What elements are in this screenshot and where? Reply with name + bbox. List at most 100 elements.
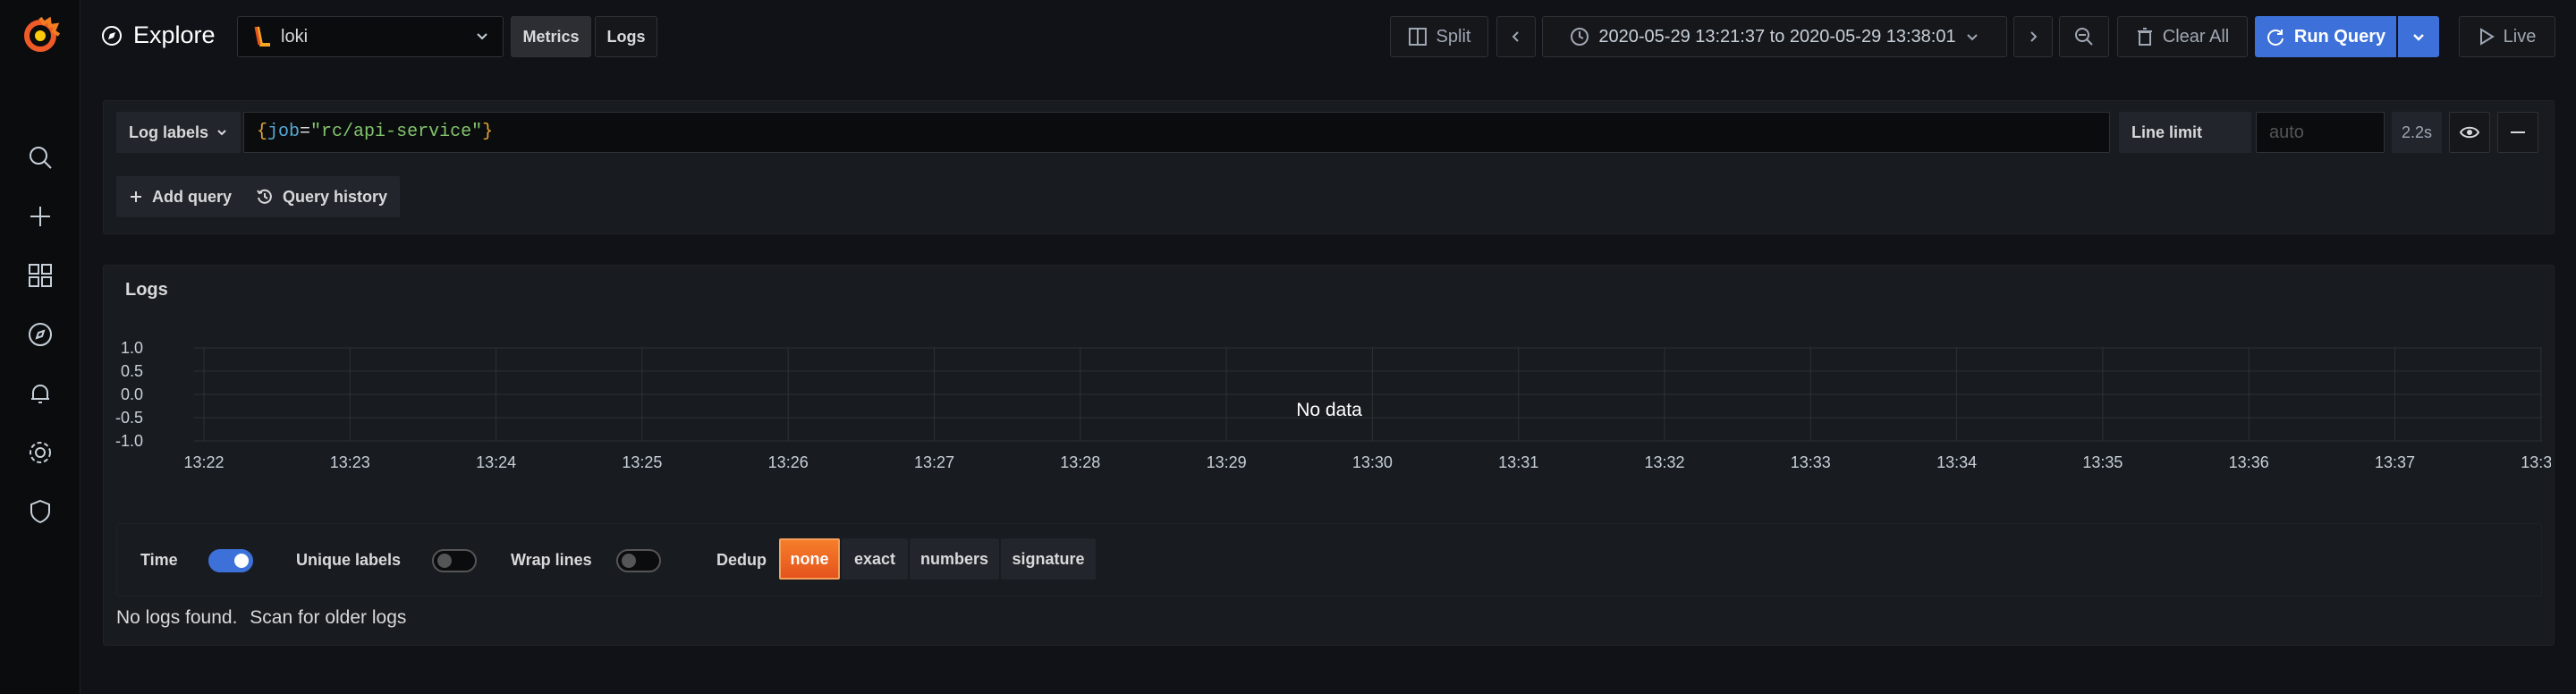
shield-icon[interactable]: [24, 495, 56, 528]
x-tick-label: 13:26: [768, 453, 809, 471]
query-duration: 2.2s: [2392, 112, 2442, 153]
minus-icon: [2511, 131, 2525, 133]
query-operator: =: [300, 122, 311, 142]
chevron-down-icon: [2413, 34, 2424, 41]
x-tick-label: 13:33: [1791, 453, 1831, 471]
x-tick-label: 13:25: [622, 453, 662, 471]
logs-options-bar: Time Unique labels Wrap lines Dedup none…: [116, 523, 2542, 597]
clock-icon: [1571, 28, 1589, 46]
x-tick-label: 13:30: [1352, 453, 1393, 471]
page-title: Explore: [101, 21, 216, 49]
clear-all-button[interactable]: Clear All: [2117, 16, 2248, 57]
add-query-button[interactable]: Add query: [116, 176, 245, 217]
zoom-out-icon: [2075, 28, 2093, 46]
line-limit-label: Line limit: [2119, 112, 2251, 153]
logs-panel: Logs 1.0 0.5 0.0 -0.5 -1.0 13:22 13:23 13:24 13:…: [103, 265, 2555, 646]
unique-labels-toggle-label: Unique labels: [296, 551, 402, 569]
time-toggle[interactable]: [208, 549, 253, 572]
run-query-options-button[interactable]: [2398, 16, 2439, 57]
y-tick-label: -0.5: [115, 409, 143, 427]
log-labels-button[interactable]: Log labels: [116, 112, 242, 153]
time-range-picker[interactable]: 2020-05-29 13:21:37 to 2020-05-29 13:38:…: [1542, 16, 2007, 57]
compass-icon[interactable]: [24, 318, 56, 351]
y-tick-label: 1.0: [121, 339, 143, 357]
compass-icon: [102, 25, 122, 46]
split-label: Split: [1436, 26, 1471, 47]
refresh-icon: [2267, 30, 2284, 46]
x-tick-label: 13:29: [1207, 453, 1247, 471]
main-area: Explore loki Metrics Logs Split 2020-05-…: [81, 0, 2576, 694]
logs-volume-graph: 1.0 0.5 0.0 -0.5 -1.0 13:22 13:23 13:24 13:25 13:…: [115, 339, 2551, 471]
toggle-knob: [437, 554, 452, 568]
page-title-text: Explore: [133, 21, 216, 48]
split-button[interactable]: Split: [1390, 16, 1488, 57]
grafana-logo-icon[interactable]: [20, 14, 61, 55]
x-tick-label: 13:23: [330, 453, 370, 471]
query-input[interactable]: {job="rc/api-service"}: [243, 112, 2110, 153]
chevron-down-icon: [217, 130, 226, 136]
remove-query-button[interactable]: [2497, 112, 2538, 153]
bell-icon[interactable]: [24, 377, 56, 410]
unique-labels-toggle[interactable]: [432, 549, 477, 572]
gear-icon[interactable]: [24, 436, 56, 469]
search-icon[interactable]: [24, 141, 56, 174]
query-close-brace: }: [482, 122, 494, 142]
datasource-name: loki: [281, 26, 309, 47]
no-data-label: No data: [1296, 400, 1362, 420]
toggle-query-visibility-button[interactable]: [2449, 112, 2490, 153]
query-open-brace: {: [257, 122, 268, 142]
add-query-label: Add query: [152, 187, 233, 206]
query-history-button[interactable]: Query history: [243, 176, 401, 217]
x-tick-label: 13:35: [2082, 453, 2123, 471]
x-tick-label: 13:24: [476, 453, 516, 471]
time-range-text: 2020-05-29 13:21:37 to 2020-05-29 13:38:…: [1598, 26, 1956, 47]
x-tick-label: 13:37: [2375, 453, 2415, 471]
trash-icon: [2137, 28, 2152, 46]
plus-icon: [131, 191, 141, 202]
dedup-none-button[interactable]: none: [779, 538, 840, 580]
chevron-right-icon: [2030, 31, 2038, 42]
time-forward-button[interactable]: [2013, 16, 2053, 57]
chevron-left-icon: [1512, 31, 1519, 42]
datasource-picker[interactable]: loki: [237, 16, 504, 57]
query-history-label: Query history: [283, 187, 388, 206]
live-button[interactable]: Live: [2459, 16, 2555, 57]
dedup-label: Dedup: [716, 551, 767, 569]
y-tick-label: 0.0: [121, 385, 143, 403]
y-tick-label: 0.5: [121, 362, 143, 380]
explore-toolbar: Explore loki Metrics Logs Split 2020-05-…: [81, 0, 2576, 72]
time-toggle-label: Time: [140, 551, 178, 569]
y-tick-label: -1.0: [115, 432, 143, 450]
x-tick-label: 13:28: [1060, 453, 1100, 471]
plus-icon[interactable]: [24, 200, 56, 233]
x-tick-label: 13:32: [1644, 453, 1684, 471]
x-tick-label: 13:27: [914, 453, 954, 471]
time-back-button[interactable]: [1496, 16, 1536, 57]
zoom-out-button[interactable]: [2059, 16, 2109, 57]
toggle-knob: [234, 554, 249, 568]
scan-older-logs-link[interactable]: Scan for older logs: [250, 607, 406, 628]
x-tick-label: 13:31: [1498, 453, 1538, 471]
logs-panel-title: Logs: [125, 280, 168, 300]
query-label-key: job: [267, 122, 301, 142]
wrap-lines-toggle-label: Wrap lines: [511, 551, 592, 569]
sidebar: [0, 0, 80, 694]
dedup-exact-button[interactable]: exact: [842, 538, 908, 580]
tab-logs[interactable]: Logs: [595, 16, 657, 57]
wrap-lines-toggle[interactable]: [616, 549, 661, 572]
x-tick-label: 13:38: [2521, 453, 2551, 471]
toggle-knob: [622, 554, 636, 568]
tab-metrics[interactable]: Metrics: [511, 16, 591, 57]
eye-icon: [2460, 126, 2479, 139]
x-tick-label: 13:34: [1936, 453, 1977, 471]
dedup-numbers-button[interactable]: numbers: [910, 538, 999, 580]
clear-all-label: Clear All: [2162, 26, 2230, 47]
dashboards-icon[interactable]: [24, 259, 56, 292]
dedup-signature-button[interactable]: signature: [1001, 538, 1096, 580]
no-logs-text: No logs found.: [116, 607, 238, 628]
history-icon: [257, 189, 272, 204]
split-icon: [1408, 28, 1427, 46]
line-limit-input[interactable]: auto: [2256, 112, 2385, 153]
run-query-button[interactable]: Run Query: [2255, 16, 2396, 57]
loki-logo-icon: [254, 26, 270, 47]
